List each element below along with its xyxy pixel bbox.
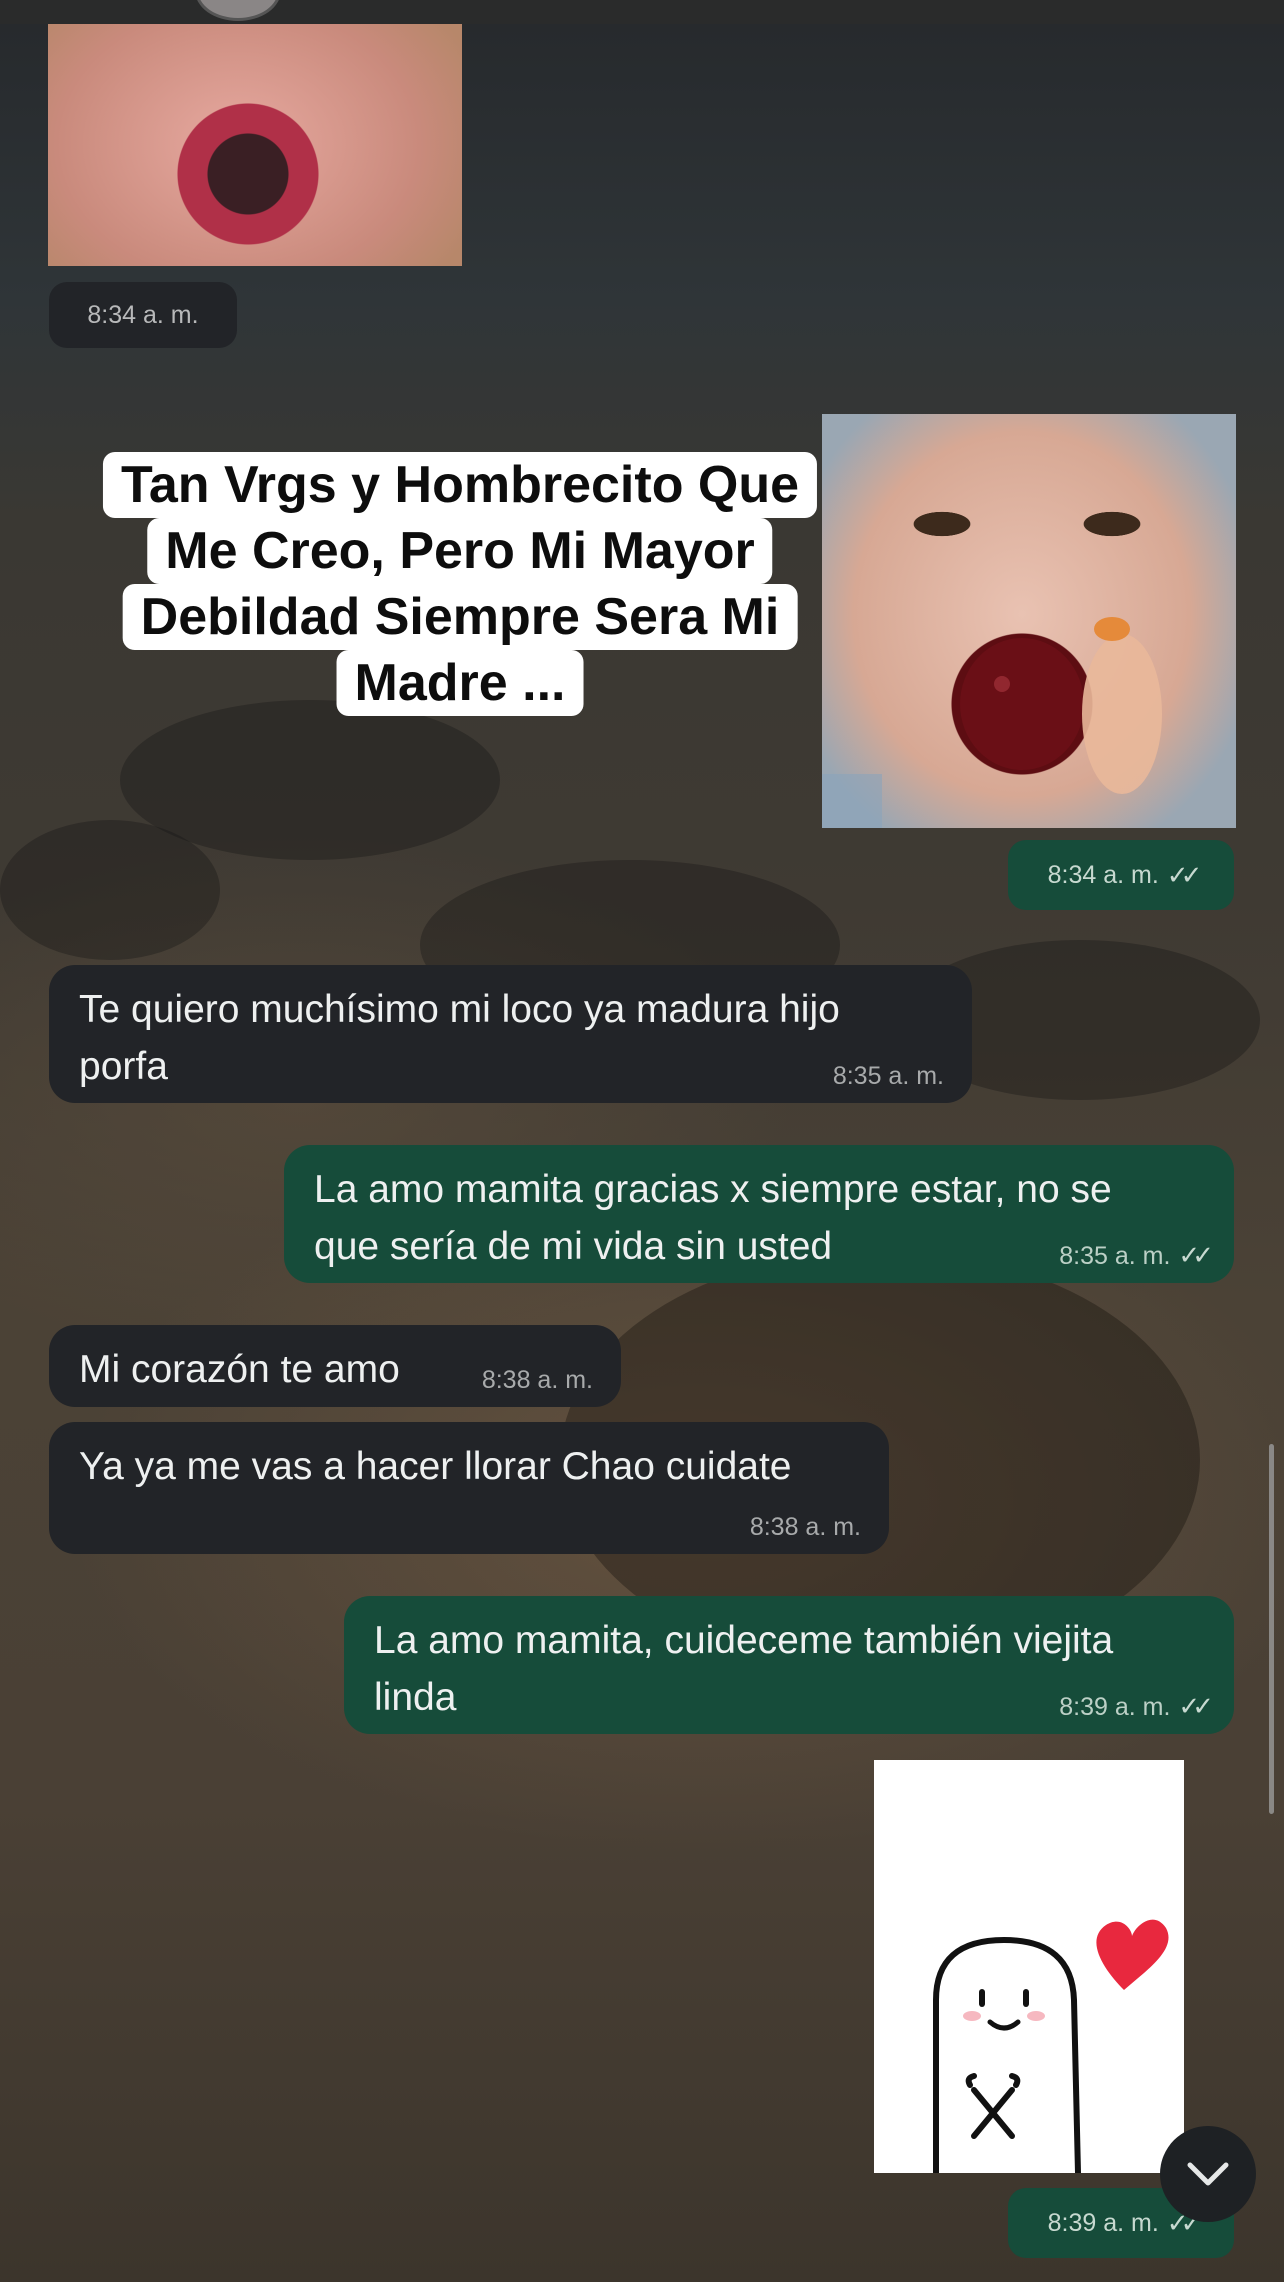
- double-check-icon: ✓✓: [1178, 1691, 1213, 1721]
- scrollbar[interactable]: [1269, 1444, 1274, 1814]
- outgoing-image-message[interactable]: [822, 414, 1236, 828]
- message-timestamp: 8:34 a. m.: [49, 282, 237, 348]
- chevron-down-icon: [1187, 2162, 1229, 2186]
- contact-avatar[interactable]: [195, 0, 281, 21]
- message-timestamp: 8:35 a. m. ✓✓: [1059, 1240, 1214, 1270]
- message-timestamp: 8:38 a. m.: [481, 1366, 593, 1394]
- message-text: Te quiero muchísimo mi loco ya madura hi…: [79, 988, 840, 1031]
- incoming-message-bubble[interactable]: Mi corazón te amo 8:38 a. m.: [49, 1325, 621, 1407]
- caption-line: Tan Vrgs y Hombrecito Que: [102, 452, 818, 518]
- outgoing-message-bubble[interactable]: La amo mamita, cuideceme también viejita…: [344, 1596, 1234, 1734]
- scroll-to-bottom-button[interactable]: [1160, 2126, 1256, 2222]
- message-text: La amo mamita gracias x siempre estar, n…: [314, 1168, 1112, 1211]
- incoming-message-bubble[interactable]: Ya ya me vas a hacer llorar Chao cuidate…: [49, 1422, 889, 1554]
- message-timestamp: 8:39 a. m. ✓✓: [1059, 1691, 1214, 1721]
- message-timestamp: 8:34 a. m. ✓✓: [1008, 840, 1234, 910]
- message-text: Ya ya me vas a hacer llorar Chao cuidate: [79, 1445, 792, 1488]
- caption-line: Debildad Siempre Sera Mi: [122, 584, 798, 650]
- sticker-message[interactable]: [874, 1760, 1184, 2173]
- ghost-heart-sticker: [933, 1919, 1169, 2173]
- outgoing-message-bubble[interactable]: La amo mamita gracias x siempre estar, n…: [284, 1145, 1234, 1283]
- message-timestamp: 8:38 a. m.: [749, 1513, 861, 1541]
- message-timestamp: 8:35 a. m.: [832, 1062, 944, 1090]
- chat-header: [0, 0, 1284, 24]
- incoming-message-bubble[interactable]: Te quiero muchísimo mi loco ya madura hi…: [49, 965, 972, 1103]
- child-photo: [822, 617, 1162, 828]
- double-check-icon: ✓✓: [1178, 1240, 1213, 1270]
- double-check-icon: ✓✓: [1166, 859, 1202, 890]
- caption-line: Me Creo, Pero Mi Mayor: [147, 518, 773, 584]
- caption-line: Madre ...: [336, 650, 584, 716]
- message-text: La amo mamita, cuideceme también viejita: [374, 1619, 1114, 1662]
- incoming-image-message[interactable]: [48, 24, 462, 266]
- message-text: porfa: [79, 1045, 168, 1088]
